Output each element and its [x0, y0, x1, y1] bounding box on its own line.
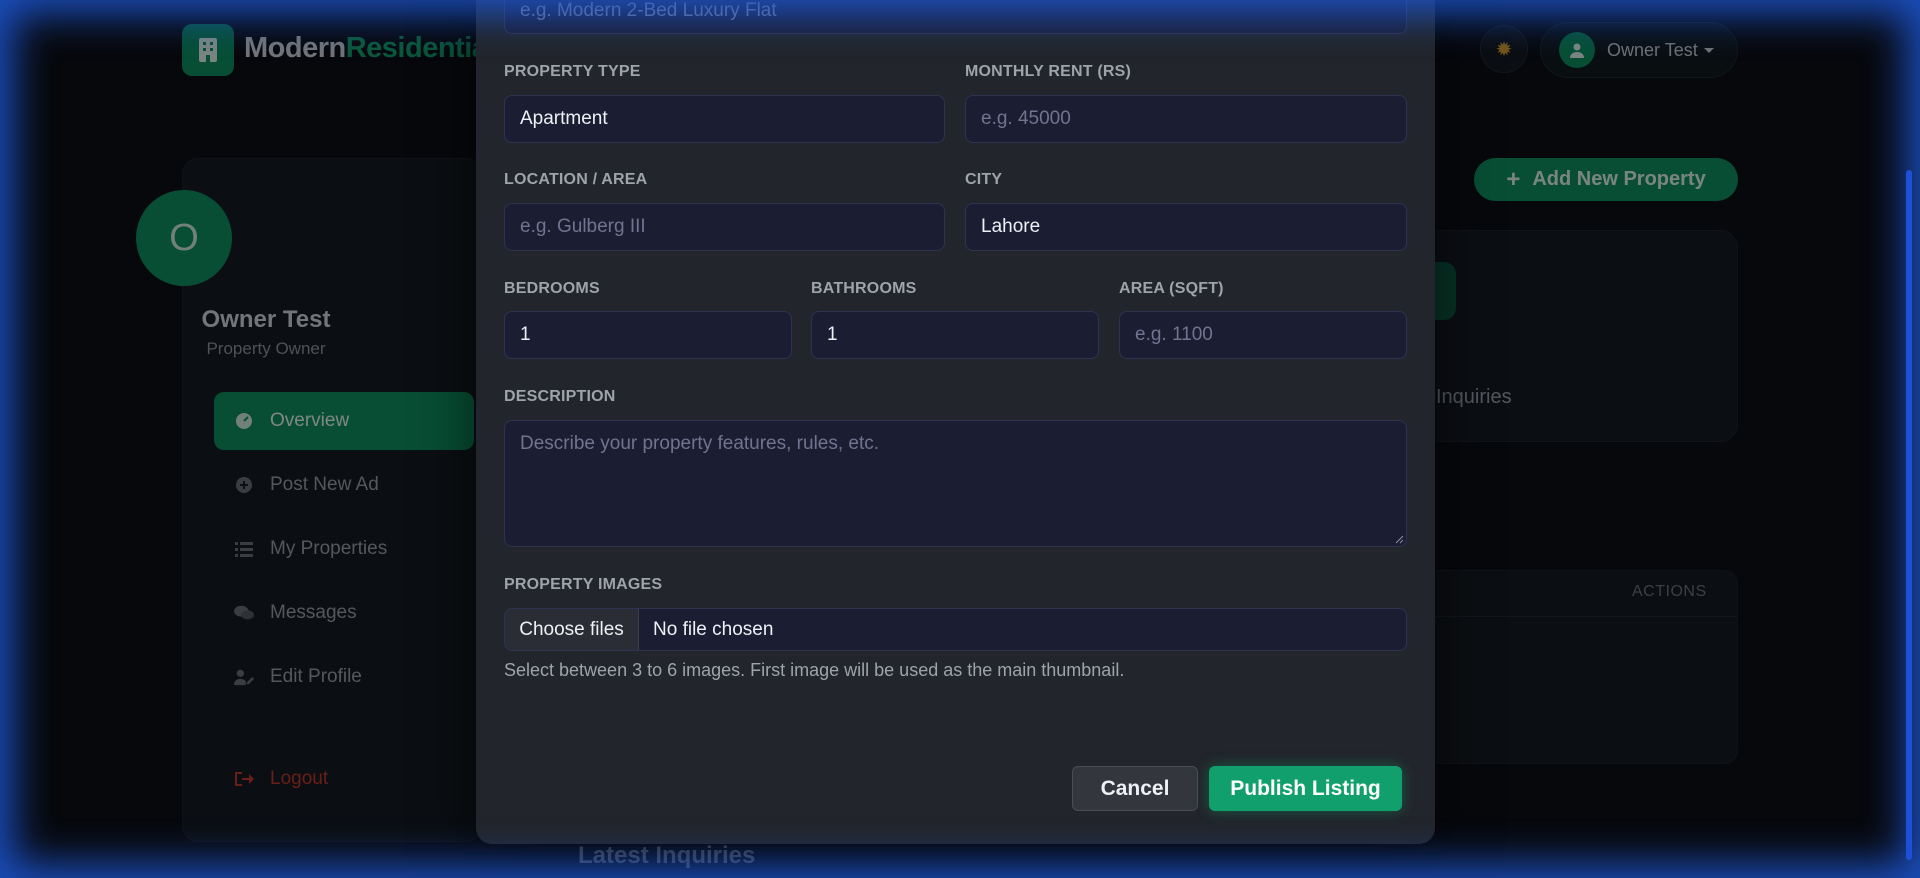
page-scrollbar[interactable] — [1906, 170, 1912, 860]
title-input-placeholder: e.g. Modern 2-Bed Luxury Flat — [520, 0, 777, 21]
title-input[interactable]: e.g. Modern 2-Bed Luxury Flat — [504, 0, 1407, 34]
monthly-rent-placeholder: e.g. 45000 — [981, 108, 1071, 129]
location-input[interactable]: e.g. Gulberg III — [504, 203, 945, 251]
choose-files-button[interactable]: Choose files — [505, 609, 639, 650]
file-status-text: No file chosen — [653, 618, 774, 640]
bathrooms-label: BATHROOMS — [811, 280, 917, 297]
property-type-label: PROPERTY TYPE — [504, 63, 641, 80]
area-placeholder: e.g. 1100 — [1135, 324, 1213, 345]
publish-listing-button[interactable]: Publish Listing — [1209, 766, 1402, 811]
city-select[interactable]: Lahore — [965, 203, 1407, 251]
bedrooms-label: BEDROOMS — [504, 280, 600, 297]
property-type-select[interactable]: Apartment — [504, 95, 945, 143]
property-type-value: Apartment — [520, 108, 608, 129]
city-value: Lahore — [981, 216, 1041, 237]
property-images-label: PROPERTY IMAGES — [504, 576, 663, 593]
images-helper-text: Select between 3 to 6 images. First imag… — [504, 660, 1125, 680]
monthly-rent-input[interactable]: e.g. 45000 — [965, 95, 1407, 143]
description-label: DESCRIPTION — [504, 388, 616, 405]
bathrooms-value: 1 — [827, 324, 838, 345]
description-placeholder: Describe your property features, rules, … — [520, 433, 880, 454]
bedrooms-value: 1 — [520, 324, 531, 345]
city-label: CITY — [965, 171, 1003, 188]
area-input[interactable]: e.g. 1100 — [1119, 311, 1407, 359]
cancel-button[interactable]: Cancel — [1072, 766, 1198, 811]
resize-grip-icon[interactable] — [1394, 534, 1404, 544]
bedrooms-input[interactable]: 1 — [504, 311, 792, 359]
description-textarea[interactable]: Describe your property features, rules, … — [504, 420, 1407, 547]
location-placeholder: e.g. Gulberg III — [520, 216, 646, 237]
bathrooms-input[interactable]: 1 — [811, 311, 1099, 359]
area-label: AREA (SQFT) — [1119, 280, 1224, 297]
images-file-input[interactable]: Choose files No file chosen — [504, 608, 1407, 651]
monthly-rent-label: MONTHLY RENT (RS) — [965, 63, 1132, 80]
location-label: LOCATION / AREA — [504, 171, 648, 188]
